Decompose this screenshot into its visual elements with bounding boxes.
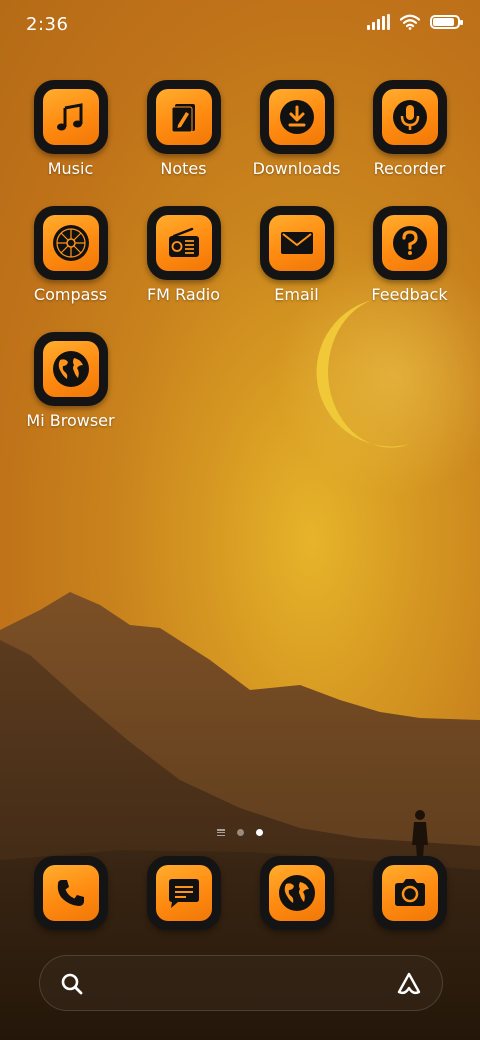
search-bar[interactable] — [39, 955, 443, 1011]
wifi-icon — [400, 14, 420, 30]
page-dot-2[interactable] — [256, 829, 263, 836]
dock-messages[interactable] — [127, 856, 240, 930]
music-note-icon — [56, 103, 82, 131]
app-list-indicator-icon[interactable] — [217, 829, 225, 836]
app-mi-browser[interactable]: Mi Browser — [14, 332, 127, 430]
app-label: FM Radio — [146, 285, 221, 304]
search-icon[interactable] — [60, 972, 84, 996]
dock — [14, 856, 466, 932]
compass-icon — [52, 225, 89, 261]
page-dot-1[interactable] — [237, 829, 244, 836]
battery-icon — [430, 15, 463, 29]
app-feedback[interactable]: Feedback — [353, 206, 466, 304]
microphone-icon — [392, 100, 427, 134]
page-indicator — [0, 829, 480, 836]
status-bar: 2:36 — [0, 0, 480, 50]
phone-icon — [57, 880, 84, 906]
dock-camera[interactable] — [353, 856, 466, 930]
app-recorder[interactable]: Recorder — [353, 80, 466, 178]
browser-globe-icon — [278, 875, 315, 911]
status-time: 2:36 — [26, 14, 69, 35]
app-music[interactable]: Music — [14, 80, 127, 178]
crescent-moon — [316, 300, 410, 448]
camera-icon — [394, 879, 425, 906]
envelope-icon — [280, 232, 313, 254]
status-icons — [367, 14, 463, 30]
app-label: Recorder — [373, 159, 446, 178]
globe-icon — [52, 351, 89, 387]
dock-phone[interactable] — [14, 856, 127, 930]
dock-browser[interactable] — [240, 856, 353, 930]
cellular-signal-icon — [367, 14, 390, 30]
app-label: Compass — [33, 285, 108, 304]
app-label: Email — [274, 285, 319, 304]
app-label: Feedback — [371, 285, 448, 304]
app-email[interactable]: Email — [240, 206, 353, 304]
app-label: Downloads — [252, 159, 341, 178]
messages-icon — [168, 879, 199, 908]
app-label: Music — [47, 159, 94, 178]
question-icon — [392, 226, 427, 260]
app-label: Notes — [160, 159, 207, 178]
app-label: Mi Browser — [26, 411, 115, 430]
app-downloads[interactable]: Downloads — [240, 80, 353, 178]
assistant-icon[interactable] — [396, 971, 422, 997]
app-compass[interactable]: Compass — [14, 206, 127, 304]
app-notes[interactable]: Notes — [127, 80, 240, 178]
radio-icon — [168, 227, 199, 257]
download-icon — [279, 100, 314, 134]
notes-icon — [171, 104, 195, 133]
app-fm-radio[interactable]: FM Radio — [127, 206, 240, 304]
